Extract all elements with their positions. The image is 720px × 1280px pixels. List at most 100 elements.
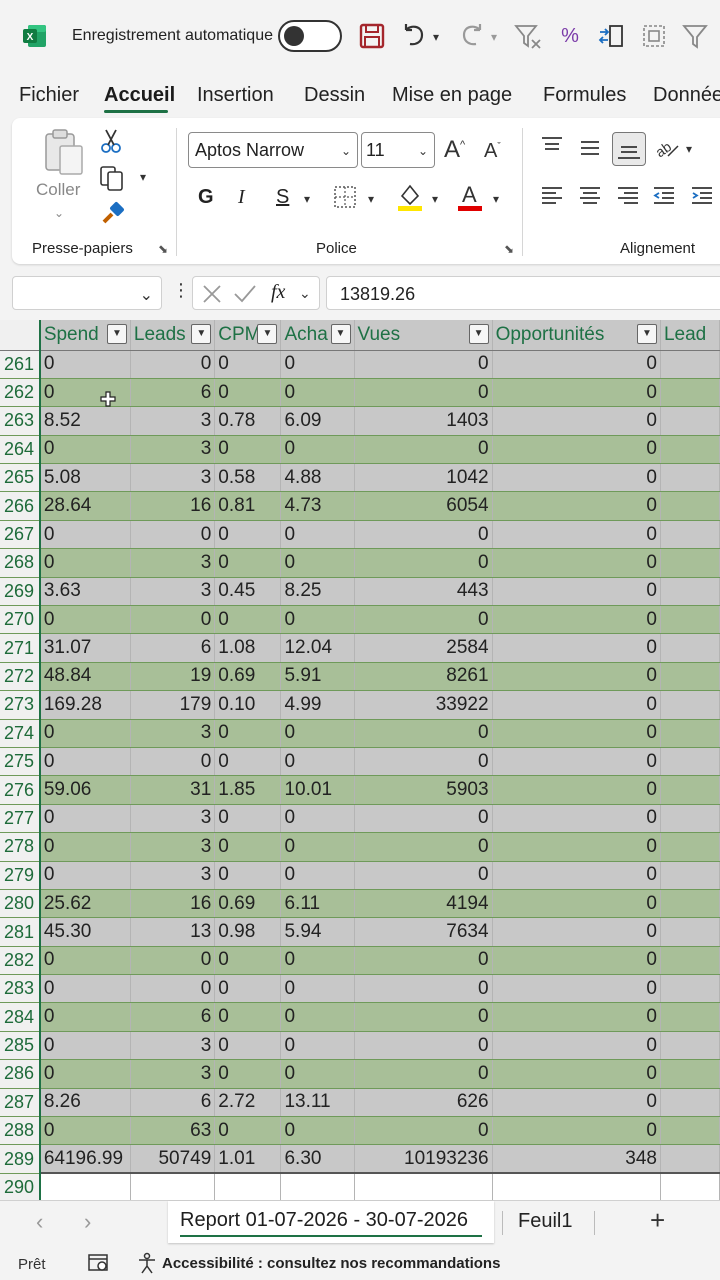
cell-opp[interactable]: 0 xyxy=(492,378,661,408)
cell-vues[interactable]: 5903 xyxy=(354,775,493,805)
cell-leads[interactable]: 3 xyxy=(130,1059,216,1089)
row-number[interactable]: 285 xyxy=(0,1031,41,1061)
cell-vues[interactable]: 0 xyxy=(354,605,493,635)
cell-leads[interactable]: 3 xyxy=(130,406,216,436)
cell-cpm[interactable]: 1.85 xyxy=(214,775,282,805)
cell-lead[interactable] xyxy=(660,406,720,436)
cell-opp[interactable]: 0 xyxy=(492,463,661,493)
row-number[interactable]: 273 xyxy=(0,690,41,720)
cell-lead[interactable] xyxy=(660,548,720,578)
cell-vues[interactable]: 0 xyxy=(354,1116,493,1146)
cell-cpm[interactable]: 0 xyxy=(214,350,282,379)
cell-opp[interactable]: 0 xyxy=(492,889,661,919)
clear-filter-icon[interactable] xyxy=(512,20,544,52)
cell-opp[interactable]: 0 xyxy=(492,520,661,550)
filter-dropdown-icon[interactable]: ▼ xyxy=(191,324,212,344)
cell-acha[interactable]: 4.73 xyxy=(280,491,355,521)
cell-vues[interactable]: 1403 xyxy=(354,406,493,436)
cell-acha[interactable]: 0 xyxy=(280,946,355,976)
cell-cpm[interactable]: 0.98 xyxy=(214,917,282,947)
filter-options-icon[interactable] xyxy=(680,20,712,52)
cell-lead[interactable] xyxy=(660,378,720,408)
cell-leads[interactable]: 3 xyxy=(130,832,216,862)
paste-icon[interactable] xyxy=(40,128,88,180)
cell-cpm[interactable]: 1.01 xyxy=(214,1144,282,1175)
cell-spend[interactable]: 0 xyxy=(39,747,131,777)
align-center-icon[interactable] xyxy=(578,184,602,208)
cell-leads[interactable]: 3 xyxy=(130,577,216,607)
cell-opp[interactable]: 0 xyxy=(492,548,661,578)
cell-opp[interactable]: 0 xyxy=(492,435,661,465)
underline-button[interactable]: S xyxy=(276,186,289,209)
cell-lead[interactable] xyxy=(660,435,720,465)
row-number[interactable]: 268 xyxy=(0,548,41,578)
cell-spend[interactable]: 0 xyxy=(39,605,131,635)
cell-cpm[interactable]: 0.45 xyxy=(214,577,282,607)
cell-lead[interactable] xyxy=(660,889,720,919)
cell-cpm[interactable]: 0 xyxy=(214,605,282,635)
increase-indent-icon[interactable] xyxy=(690,184,714,208)
cell-acha[interactable]: 0 xyxy=(280,1059,355,1089)
cell-spend[interactable]: 169.28 xyxy=(39,690,131,720)
cell-leads[interactable]: 6 xyxy=(130,1088,216,1118)
cell-opp[interactable]: 0 xyxy=(492,775,661,805)
empty-cell[interactable] xyxy=(39,1173,131,1200)
save-icon[interactable] xyxy=(356,20,388,52)
cell-leads[interactable]: 179 xyxy=(130,690,216,720)
cell-leads[interactable]: 3 xyxy=(130,1031,216,1061)
cell-cpm[interactable]: 0.69 xyxy=(214,662,282,692)
cell-opp[interactable]: 0 xyxy=(492,917,661,947)
cell-spend[interactable]: 48.84 xyxy=(39,662,131,692)
cell-lead[interactable] xyxy=(660,1116,720,1146)
cell-vues[interactable]: 0 xyxy=(354,1059,493,1089)
cell-acha[interactable]: 0 xyxy=(280,435,355,465)
corner-cell[interactable] xyxy=(0,320,41,351)
cell-cpm[interactable]: 0 xyxy=(214,1059,282,1089)
cell-leads[interactable]: 3 xyxy=(130,548,216,578)
cell-acha[interactable]: 13.11 xyxy=(280,1088,355,1118)
cell-acha[interactable]: 8.25 xyxy=(280,577,355,607)
cell-opp[interactable]: 0 xyxy=(492,577,661,607)
align-right-icon[interactable] xyxy=(616,184,640,208)
font-launcher-icon[interactable]: ⬊ xyxy=(504,242,514,256)
cell-cpm[interactable]: 0 xyxy=(214,378,282,408)
shrink-font-icon[interactable]: Aˇ xyxy=(484,140,501,163)
cell-leads[interactable]: 16 xyxy=(130,491,216,521)
cell-spend[interactable]: 0 xyxy=(39,1002,131,1032)
cell-spend[interactable]: 0 xyxy=(39,832,131,862)
cell-cpm[interactable]: 0 xyxy=(214,435,282,465)
name-box[interactable]: ⌄ xyxy=(12,276,162,310)
align-left-icon[interactable] xyxy=(540,184,564,208)
cell-leads[interactable]: 6 xyxy=(130,1002,216,1032)
cell-cpm[interactable]: 0 xyxy=(214,1116,282,1146)
cell-leads[interactable]: 13 xyxy=(130,917,216,947)
column-header-acha[interactable]: Acha ▼ xyxy=(280,320,355,351)
cell-cpm[interactable]: 0.10 xyxy=(214,690,282,720)
align-bottom-button[interactable] xyxy=(612,132,646,166)
empty-cell[interactable] xyxy=(130,1173,216,1200)
font-name-select[interactable]: Aptos Narrow ⌄ xyxy=(188,132,358,168)
cell-opp[interactable]: 0 xyxy=(492,1031,661,1061)
formula-input[interactable]: 13819.26 xyxy=(326,276,720,310)
prev-sheet-icon[interactable]: ‹ xyxy=(36,1209,43,1235)
cell-opp[interactable]: 0 xyxy=(492,974,661,1004)
clipboard-launcher-icon[interactable]: ⬊ xyxy=(158,242,168,256)
redo-icon[interactable] xyxy=(456,20,488,52)
cell-vues[interactable]: 0 xyxy=(354,946,493,976)
cell-lead[interactable] xyxy=(660,832,720,862)
tab-accueil[interactable]: Accueil xyxy=(104,84,175,107)
row-number[interactable]: 288 xyxy=(0,1116,41,1146)
cell-spend[interactable]: 5.08 xyxy=(39,463,131,493)
cell-acha[interactable]: 5.94 xyxy=(280,917,355,947)
row-number[interactable]: 261 xyxy=(0,350,41,379)
cell-vues[interactable]: 0 xyxy=(354,378,493,408)
cell-lead[interactable] xyxy=(660,662,720,692)
cell-opp[interactable]: 0 xyxy=(492,804,661,834)
cell-vues[interactable]: 0 xyxy=(354,1031,493,1061)
cell-spend[interactable]: 45.30 xyxy=(39,917,131,947)
align-middle-icon[interactable] xyxy=(578,136,602,160)
accessibility-icon[interactable] xyxy=(136,1252,158,1274)
cell-spend[interactable]: 0 xyxy=(39,861,131,890)
orientation-icon[interactable]: ab xyxy=(652,134,680,162)
cell-vues[interactable]: 10193236 xyxy=(354,1144,493,1175)
